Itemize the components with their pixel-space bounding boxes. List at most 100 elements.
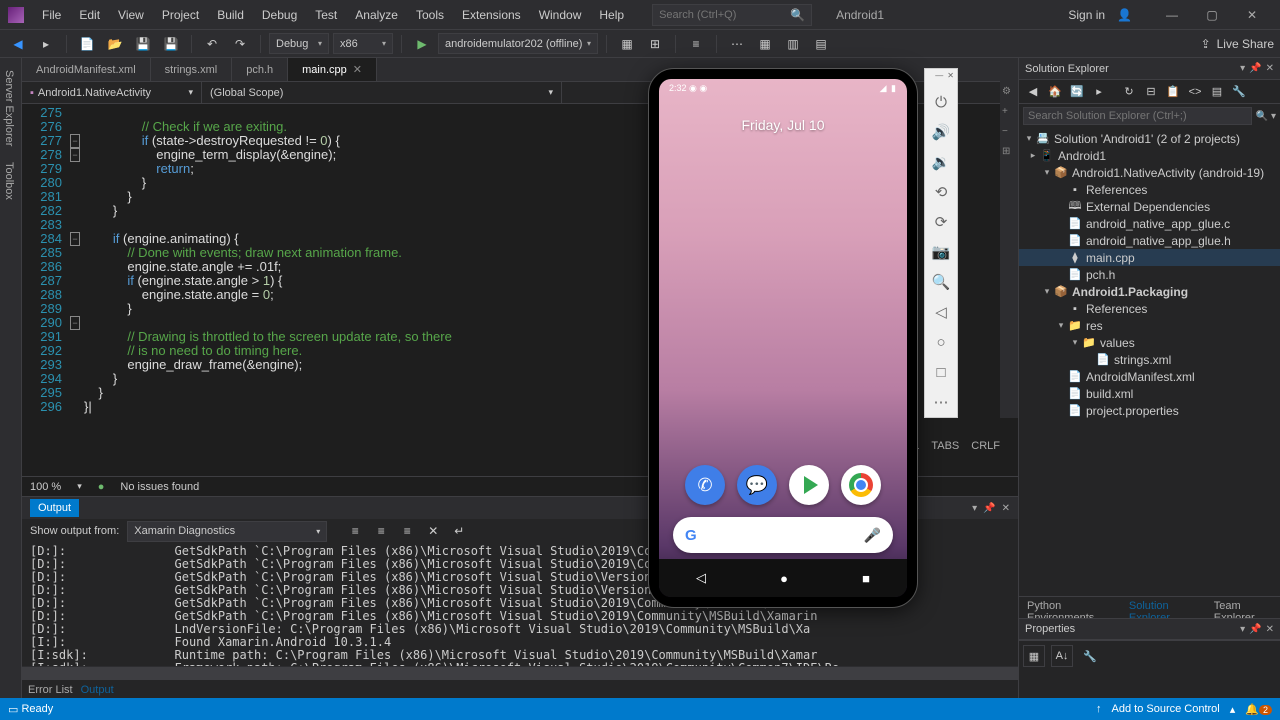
menu-analyze[interactable]: Analyze	[347, 4, 406, 26]
back-button[interactable]: ◀	[6, 33, 30, 55]
chevron-up-icon[interactable]: ▴	[1230, 703, 1236, 716]
menu-tools[interactable]: Tools	[408, 4, 452, 26]
debug-target-dropdown[interactable]: androidemulator202 (offline)	[438, 33, 598, 54]
emu-minimize-icon[interactable]: —	[935, 71, 943, 85]
panel-dropdown-icon[interactable]: ▾	[1240, 63, 1245, 74]
menu-window[interactable]: Window	[531, 4, 590, 26]
zoom-button[interactable]: 🔍	[925, 267, 957, 297]
props-pin-icon[interactable]: 📌	[1249, 624, 1261, 635]
play-store-icon[interactable]	[789, 465, 829, 505]
output-wrap-button[interactable]: ↵	[447, 520, 471, 542]
save-all-button[interactable]: 💾	[159, 33, 183, 55]
tree-node[interactable]: ▪References	[1019, 181, 1280, 198]
search-input[interactable]	[659, 9, 786, 21]
server-explorer-tab[interactable]: Server Explorer	[0, 62, 21, 154]
nav-scope-2[interactable]: (Global Scope)▾	[202, 82, 562, 103]
menu-view[interactable]: View	[110, 4, 152, 26]
gutter-plus-icon[interactable]: +	[1002, 106, 1016, 120]
se-tb-4[interactable]: ▸	[1089, 82, 1109, 102]
google-search-bar[interactable]: G 🎤	[673, 517, 893, 553]
user-icon[interactable]: 👤	[1117, 8, 1132, 22]
nav-recents-icon[interactable]: ■	[862, 571, 870, 586]
emu-back-button[interactable]: ◁	[925, 297, 957, 327]
panel-tab[interactable]: Solution Explorer	[1121, 597, 1206, 618]
rotate-right-button[interactable]: ⟳	[925, 207, 957, 237]
tb-icon-4[interactable]: ⋯	[725, 33, 749, 55]
se-refresh-button[interactable]: ↻	[1119, 82, 1139, 102]
platform-dropdown[interactable]: x86	[333, 33, 393, 54]
zoom-level[interactable]: 100 %	[30, 481, 61, 493]
gutter-gear-icon[interactable]: ⚙	[1002, 86, 1016, 100]
se-wrench-button[interactable]: 🔧	[1229, 82, 1249, 102]
output-scrollbar[interactable]	[22, 666, 1018, 680]
nav-back-icon[interactable]: ◁	[696, 570, 706, 586]
tree-node[interactable]: 📄pch.h	[1019, 266, 1280, 283]
tree-node[interactable]: ▾📦Android1.Packaging	[1019, 283, 1280, 300]
tree-node[interactable]: ▸📱Android1	[1019, 147, 1280, 164]
toolbox-tab[interactable]: Toolbox	[0, 154, 21, 208]
output-pin-icon[interactable]: 📌	[983, 503, 995, 514]
tb-icon-1[interactable]: ▦	[615, 33, 639, 55]
tree-node[interactable]: ▾📦Android1.NativeActivity (android-19)	[1019, 164, 1280, 181]
output-clear-button[interactable]: ✕	[421, 520, 445, 542]
bottom-tab-output[interactable]: Output	[81, 684, 114, 696]
rotate-left-button[interactable]: ⟲	[925, 177, 957, 207]
menu-help[interactable]: Help	[591, 4, 632, 26]
tree-node[interactable]: ▾📁values	[1019, 334, 1280, 351]
panel-tab[interactable]: Team Explorer	[1206, 597, 1280, 618]
minimize-button[interactable]: —	[1152, 1, 1192, 29]
se-properties-button[interactable]: <>	[1185, 82, 1205, 102]
output-tb-1[interactable]: ≡	[343, 520, 367, 542]
menu-project[interactable]: Project	[154, 4, 207, 26]
tb-icon-3[interactable]: ≡	[684, 33, 708, 55]
maximize-button[interactable]: ▢	[1192, 1, 1232, 29]
close-icon[interactable]: ✕	[353, 63, 362, 76]
nav-home-icon[interactable]: ●	[780, 571, 788, 586]
live-share-button[interactable]: Live Share	[1217, 37, 1274, 51]
sign-in-link[interactable]: Sign in	[1068, 8, 1105, 22]
output-tb-2[interactable]: ≡	[369, 520, 393, 542]
tree-node[interactable]: 📄AndroidManifest.xml	[1019, 368, 1280, 385]
config-dropdown[interactable]: Debug	[269, 33, 329, 54]
new-project-button[interactable]: 📄	[75, 33, 99, 55]
props-alpha-button[interactable]: A↓	[1051, 645, 1073, 667]
start-debug-button[interactable]: ▶	[410, 33, 434, 55]
notifications-button[interactable]: 🔔2	[1245, 703, 1272, 716]
se-back-button[interactable]: ◀	[1023, 82, 1043, 102]
props-categorized-button[interactable]: ▦	[1023, 645, 1045, 667]
add-source-control-button[interactable]: Add to Source Control	[1112, 703, 1220, 715]
open-button[interactable]: 📂	[103, 33, 127, 55]
tb-icon-5[interactable]: ▦	[753, 33, 777, 55]
menu-file[interactable]: File	[34, 4, 69, 26]
tb-icon-7[interactable]: ▤	[809, 33, 833, 55]
output-close-icon[interactable]: ✕	[1002, 503, 1010, 514]
se-preview-button[interactable]: ▤	[1207, 82, 1227, 102]
screenshot-button[interactable]: 📷	[925, 237, 957, 267]
output-source-dropdown[interactable]: Xamarin Diagnostics	[127, 521, 327, 542]
tb-icon-6[interactable]: ▥	[781, 33, 805, 55]
nav-scope-1[interactable]: ▪Android1.NativeActivity▾	[22, 82, 202, 103]
tree-node[interactable]: 📄android_native_app_glue.h	[1019, 232, 1280, 249]
menu-extensions[interactable]: Extensions	[454, 4, 529, 26]
menu-edit[interactable]: Edit	[71, 4, 108, 26]
undo-button[interactable]: ↶	[200, 33, 224, 55]
props-dropdown-icon[interactable]: ▾	[1240, 624, 1245, 635]
emu-close-icon[interactable]: ✕	[947, 71, 954, 85]
messages-app-icon[interactable]: 💬	[737, 465, 777, 505]
tree-node[interactable]: 📄strings.xml	[1019, 351, 1280, 368]
gutter-minus-icon[interactable]: −	[1002, 126, 1016, 140]
se-show-all-button[interactable]: 📋	[1163, 82, 1183, 102]
forward-button[interactable]: ▸	[34, 33, 58, 55]
redo-button[interactable]: ↷	[228, 33, 252, 55]
file-tab[interactable]: strings.xml	[151, 58, 233, 81]
android-emulator[interactable]: 2:32 ◉ ◉ ◢ ▮ Friday, Jul 10 ✆ 💬 G 🎤 ◁ ● …	[648, 68, 918, 608]
props-events-button[interactable]: 🔧	[1079, 645, 1101, 667]
emu-more-button[interactable]: ⋯	[925, 387, 957, 417]
solution-tree[interactable]: ▾ 📇 Solution 'Android1' (2 of 2 projects…	[1019, 128, 1280, 596]
file-tab[interactable]: AndroidManifest.xml	[22, 58, 151, 81]
menu-test[interactable]: Test	[307, 4, 345, 26]
save-button[interactable]: 💾	[131, 33, 155, 55]
output-dropdown-icon[interactable]: ▾	[972, 503, 977, 514]
phone-app-icon[interactable]: ✆	[685, 465, 725, 505]
output-tb-3[interactable]: ≡	[395, 520, 419, 542]
